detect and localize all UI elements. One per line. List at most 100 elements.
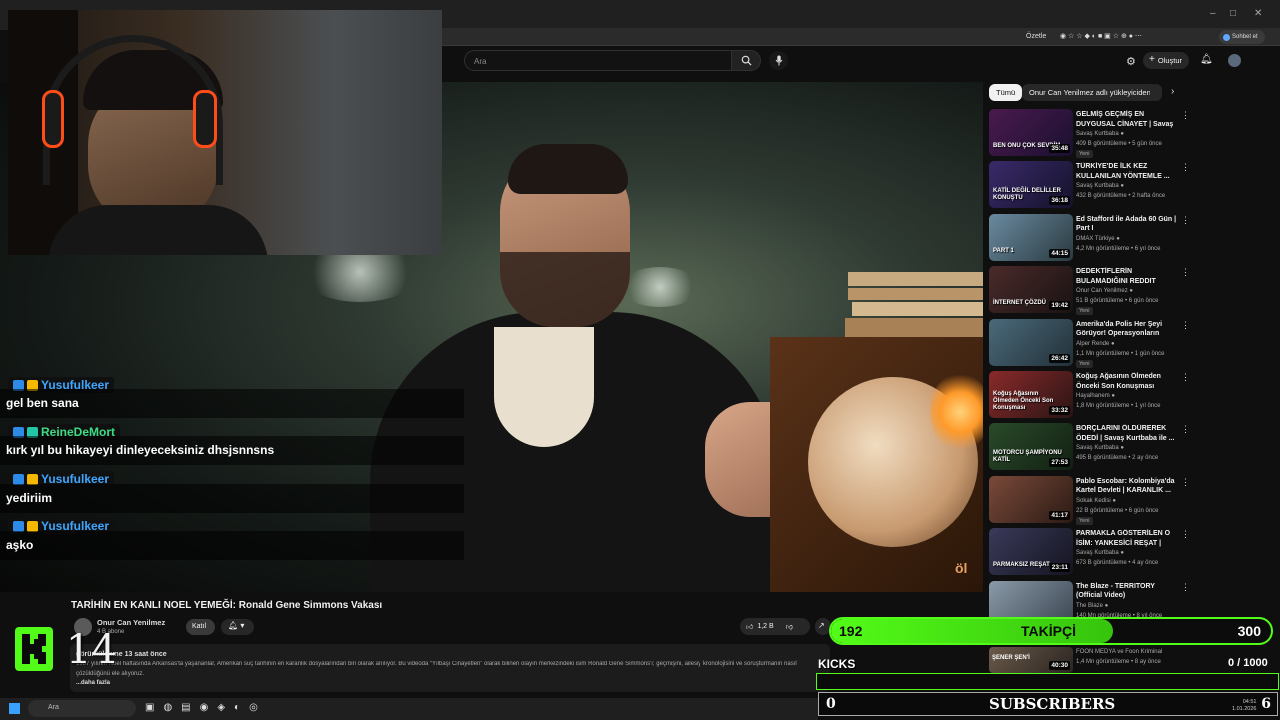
dislike-icon[interactable]: 👎︎ [786, 622, 793, 631]
chip-more[interactable] [1150, 84, 1162, 101]
video-thumbnail[interactable]: ŞENER ŞEN'İ 40:30 [989, 647, 1073, 673]
related-video-channel[interactable]: The Blaze ● [1076, 603, 1108, 609]
related-video-title[interactable]: PARMAKLA GÖSTERİLEN O İSİM: YANKESİCİ RE… [1076, 529, 1178, 548]
maximize-icon[interactable]: □ [1230, 8, 1236, 19]
sub-current: 0 [826, 696, 836, 712]
video-thumbnail[interactable]: 26:42 [989, 318, 1073, 366]
video-thumbnail[interactable]: Koğuş Ağasının Ölmeden Önceki Son Konuşm… [989, 371, 1073, 418]
search-button[interactable] [731, 50, 761, 71]
video-thumbnail[interactable]: İNTERNET ÇÖZDÜ 19:42 [989, 266, 1073, 314]
more-options-icon[interactable]: ⋮ [1181, 372, 1190, 383]
more-options-icon[interactable]: ⋮ [1181, 267, 1190, 278]
chip-from-uploader[interactable]: Onur Can Yenilmez adlı yükleyiciden [1022, 84, 1158, 101]
related-video-channel[interactable]: Alper Rende ● [1076, 341, 1115, 347]
related-video-title[interactable]: Amerika'da Polis Her Şeyi Görüyor! Opera… [1076, 320, 1178, 339]
video-thumbnail[interactable]: MOTORCU ŞAMPİYONU KATİL 27:53 [989, 423, 1073, 471]
related-video-channel[interactable]: Savaş Kurtbaba ● [1076, 550, 1124, 556]
duration-badge: 36:18 [1049, 196, 1070, 206]
follower-goal: 300 [1237, 623, 1261, 639]
windows-start-icon[interactable] [9, 703, 20, 714]
related-video-item[interactable]: MOTORCU ŞAMPİYONU KATİL 27:53 BORÇLARINI Ö… [989, 423, 1269, 475]
more-options-icon[interactable]: ⋮ [1181, 582, 1190, 593]
search-input[interactable]: Ara [464, 50, 732, 71]
related-video-channel[interactable]: Sokak Kedisi ● [1076, 498, 1116, 504]
related-video-item[interactable]: BEN ONU ÇOK SEVDİM 35:48 GELMİŞ GEÇMİŞ EN … [989, 109, 1269, 161]
subscriber-goal-bar: 0 SUBSCRIBERS 6 [818, 692, 1278, 716]
system-clock[interactable]: 04:51 1.01.2026 [1232, 699, 1256, 713]
join-button[interactable]: Katıl [186, 619, 215, 635]
related-video-title[interactable]: GELMİŞ GEÇMİŞ EN DUYGUSAL CİNAYET | Sava… [1076, 110, 1178, 129]
taskbar-app-icons[interactable]: ▣◍▤◉◈◐◎ [145, 702, 267, 713]
related-video-meta: 1,1 Mn görüntüleme • 1 gün önce [1076, 350, 1165, 357]
minimize-icon[interactable]: – [1210, 8, 1216, 19]
chip-all[interactable]: Tümü [989, 84, 1023, 101]
summarize-button[interactable]: Özetle [1026, 33, 1046, 40]
chevron-right-icon[interactable]: › [1171, 86, 1174, 97]
moderator-badge-icon [13, 473, 24, 485]
related-video-item[interactable]: PART 1 44:15 Ed Stafford ile Adada 60 Gün … [989, 213, 1269, 266]
more-options-icon[interactable]: ⋮ [1181, 424, 1190, 435]
presenter-hair [508, 144, 628, 194]
duration-badge: 23:11 [1049, 563, 1070, 573]
related-video-meta: 673 B görüntüleme • 4 ay önce [1076, 560, 1159, 567]
related-video-title[interactable]: DEDEKTİFLERİN BULAMADIĞINI REDDIT BULDU … [1076, 267, 1178, 286]
related-video-channel[interactable]: Savaş Kurtbaba ● [1076, 183, 1124, 189]
more-options-icon[interactable]: ⋮ [1181, 529, 1190, 540]
sub-goal: 6 [1261, 696, 1271, 712]
cast-icon[interactable]: ⚙ [1126, 55, 1136, 68]
sub-label: SUBSCRIBERS [989, 695, 1116, 713]
related-video-title[interactable]: TÜRKİYE'DE İLK KEZ KULLANILAN YÖNTEMLE .… [1076, 162, 1178, 181]
related-video-channel[interactable]: Hayalhanem ● [1076, 393, 1115, 399]
channel-name[interactable]: Onur Can Yenilmez [97, 618, 165, 627]
subscribe-bell-button[interactable]: 🔔︎ ▾ [221, 619, 254, 635]
like-icon[interactable]: 👍︎ [746, 622, 753, 631]
description-line-1-end: kronolojisini ve soruşturmanın nasıl [700, 661, 797, 667]
presenter-shirt [494, 327, 594, 447]
create-button[interactable]: + Oluştur [1143, 52, 1189, 69]
voice-search-button[interactable] [769, 51, 788, 70]
account-avatar[interactable] [1228, 54, 1241, 67]
related-video-item[interactable]: KATİL DEĞİL DELİLLER KONUŞTU 36:18 TÜRKİYE… [989, 161, 1269, 213]
copilot-icon [1223, 33, 1230, 41]
new-badge: Yeni [1076, 359, 1093, 368]
more-options-icon[interactable]: ⋮ [1181, 477, 1190, 488]
address-bar[interactable] [440, 28, 1280, 46]
notifications-bell-icon[interactable]: 🔔︎ [1200, 54, 1213, 65]
copilot-chat-button[interactable]: Sohbet et [1219, 30, 1265, 44]
related-video-item[interactable]: PARMAKSIZ REŞAT 23:11 PARMAKLA GÖSTERİLEN … [989, 528, 1269, 580]
more-options-icon[interactable]: ⋮ [1181, 110, 1190, 121]
more-options-icon[interactable]: ⋮ [1181, 320, 1190, 331]
related-video-channel[interactable]: FOON MEDYA ve Foon Kriminal [1076, 649, 1162, 655]
video-thumbnail[interactable]: PART 1 44:15 [989, 213, 1073, 261]
browser-extension-icons[interactable]: ◉ ☆ ☆ ◆ ◐ ■ ▣ ☆ ⊕ ● ⋯ [1060, 32, 1142, 40]
related-video-title[interactable]: Pablo Escobar: Kolombiya'da Kartel Devle… [1076, 477, 1178, 496]
related-video-item[interactable]: 26:42 Amerika'da Polis Her Şeyi Görüyor! … [989, 318, 1269, 371]
thumbnail-caption: ŞENER ŞEN'İ [992, 655, 1030, 661]
more-options-icon[interactable]: ⋮ [1181, 162, 1190, 173]
video-thumbnail[interactable]: 41:17 [989, 475, 1073, 523]
related-video-item[interactable]: 41:17 Pablo Escobar: Kolombiya'da Kartel … [989, 475, 1269, 528]
video-thumbnail[interactable]: BEN ONU ÇOK SEVDİM 35:48 [989, 109, 1073, 156]
description-box[interactable] [70, 644, 830, 692]
lamp-glow [930, 372, 983, 452]
related-video-item[interactable]: Koğuş Ağasının Ölmeden Önceki Son Konuşm… [989, 371, 1269, 423]
chat-message: gel ben sana [0, 389, 464, 418]
taskbar-search[interactable]: Ara [28, 700, 136, 717]
related-video-title[interactable]: BORÇLARINI ÖLDÜREREK ÖDEDİ | Savaş Kurtb… [1076, 424, 1178, 443]
related-video-title[interactable]: The Blaze - TERRITORY (Official Video) [1076, 582, 1178, 601]
video-thumbnail[interactable]: PARMAKSIZ REŞAT 23:11 [989, 528, 1073, 576]
more-options-icon[interactable]: ⋮ [1181, 215, 1190, 226]
copilot-chat-label: Sohbet et [1232, 34, 1258, 40]
related-video-title[interactable]: Koğuş Ağasının Ölmeden Önceki Son Konuşm… [1076, 372, 1178, 391]
close-icon[interactable]: ✕ [1254, 8, 1262, 19]
related-video-title[interactable]: Ed Stafford ile Adada 60 Gün | Part I [1076, 215, 1178, 234]
related-video-channel[interactable]: Onur Can Yenilmez ● [1076, 288, 1133, 294]
subscriber-badge-icon [27, 473, 38, 485]
related-video-channel[interactable]: DMAX Türkiye ● [1076, 236, 1120, 242]
related-video-channel[interactable]: Savaş Kurtbaba ● [1076, 131, 1124, 137]
like-dislike-group[interactable]: 👍︎ 1,2 B 👎︎ [740, 618, 810, 635]
show-more-link[interactable]: ...daha fazla [76, 680, 110, 686]
related-video-channel[interactable]: Savaş Kurtbaba ● [1076, 445, 1124, 451]
related-video-item[interactable]: İNTERNET ÇÖZDÜ 19:42 DEDEKTİFLERİN BULAMAD… [989, 266, 1269, 318]
video-thumbnail[interactable]: KATİL DEĞİL DELİLLER KONUŞTU 36:18 [989, 161, 1073, 209]
